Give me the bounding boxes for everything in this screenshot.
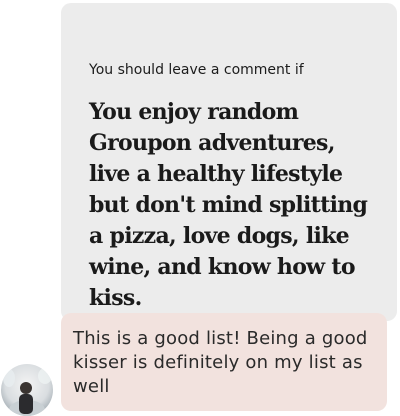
prompt-question: You should leave a comment if bbox=[89, 62, 304, 78]
prompt-card[interactable]: You should leave a comment if You enjoy … bbox=[61, 3, 397, 321]
comment-text: This is a good list! Being a good kisser… bbox=[73, 328, 368, 397]
avatar-image bbox=[1, 364, 53, 416]
avatar[interactable] bbox=[1, 364, 53, 416]
comment-bubble[interactable]: This is a good list! Being a good kisser… bbox=[61, 313, 387, 411]
prompt-answer: You enjoy random Groupon adventures, liv… bbox=[89, 99, 368, 311]
